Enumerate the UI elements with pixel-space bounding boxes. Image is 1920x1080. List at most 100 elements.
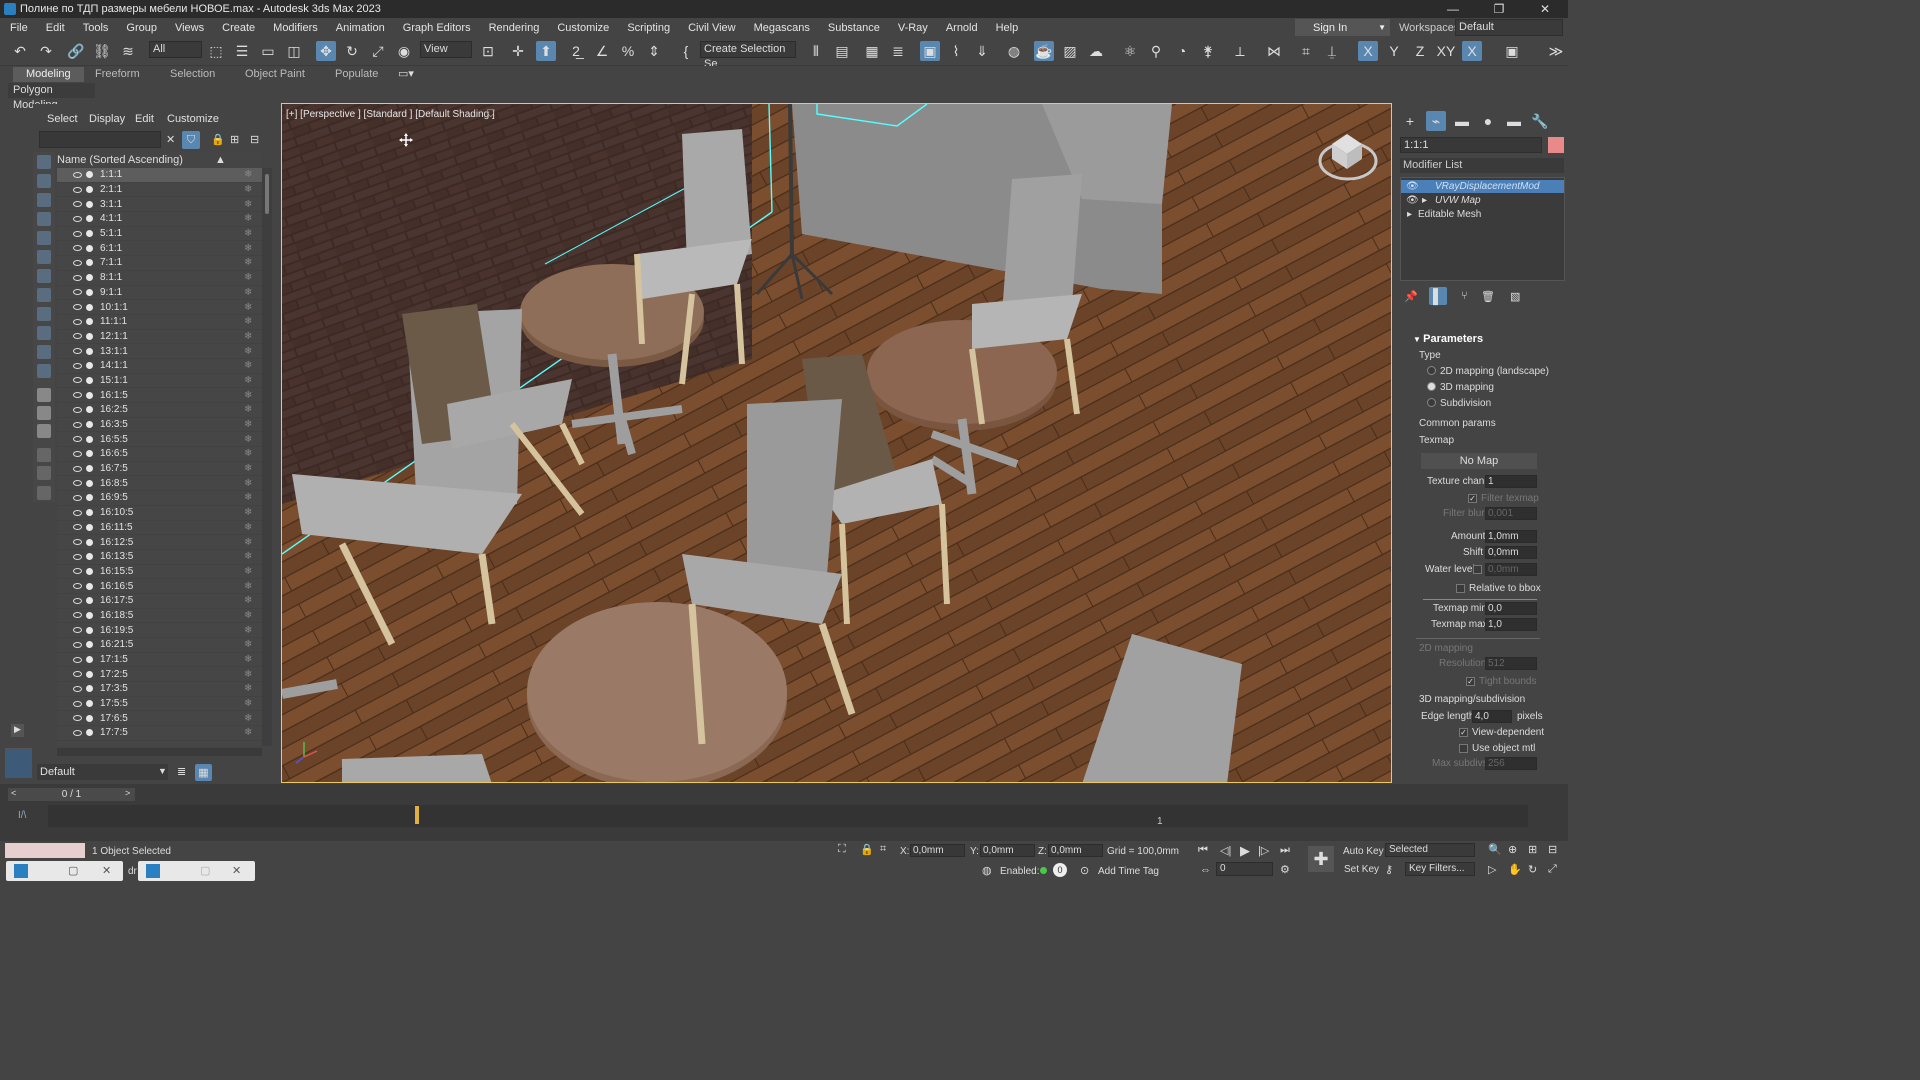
- spacewarps-filter-icon[interactable]: [37, 250, 51, 264]
- freeze-icon[interactable]: ❄: [244, 228, 252, 239]
- freeze-icon[interactable]: ❄: [244, 507, 252, 518]
- eye-icon[interactable]: [73, 612, 82, 619]
- freeze-icon[interactable]: ❄: [244, 478, 252, 489]
- menu-civil-view[interactable]: Civil View: [679, 22, 744, 34]
- render-bulb-icon[interactable]: [86, 450, 93, 458]
- freeze-icon[interactable]: ❄: [244, 448, 252, 459]
- expand-panel-icon[interactable]: ▶: [11, 724, 24, 737]
- add-time-tag-icon[interactable]: ⊙: [1080, 864, 1089, 877]
- table-row[interactable]: 16:1:5 ❄: [57, 388, 262, 403]
- bones-filter-icon[interactable]: [37, 307, 51, 321]
- menu-customize[interactable]: Customize: [548, 22, 618, 34]
- render-bulb-icon[interactable]: [86, 656, 93, 664]
- expand-icon[interactable]: ⊟: [250, 133, 259, 146]
- table-row[interactable]: 14:1:1 ❄: [57, 359, 262, 374]
- freeze-icon[interactable]: ❄: [244, 434, 252, 445]
- eye-icon[interactable]: [73, 729, 82, 736]
- menu-scripting[interactable]: Scripting: [618, 22, 679, 34]
- configure-sets-icon[interactable]: ▧: [1510, 290, 1520, 303]
- explorer-menu-customize[interactable]: Customize: [167, 113, 219, 125]
- vray-camera-icon[interactable]: ⟂: [1230, 41, 1250, 61]
- pan-icon[interactable]: ✋: [1508, 863, 1522, 876]
- absolute-mode-icon[interactable]: ⌗: [880, 843, 886, 856]
- freeze-icon[interactable]: ❄: [244, 316, 252, 327]
- vray-fur-icon[interactable]: ⌗: [1296, 41, 1316, 61]
- render-bulb-icon[interactable]: [86, 288, 93, 296]
- prev-frame-arrow-icon[interactable]: <: [11, 788, 16, 798]
- polygon-modeling-panel[interactable]: Polygon Modeling: [8, 83, 95, 111]
- explorer-menu-edit[interactable]: Edit: [135, 113, 154, 125]
- menu-vray[interactable]: V-Ray: [889, 22, 937, 34]
- water-level-checkbox[interactable]: [1473, 565, 1482, 574]
- render-setup-icon[interactable]: ☕: [1034, 41, 1054, 61]
- eye-icon[interactable]: [73, 568, 82, 575]
- perspective-viewport[interactable]: [+] [Perspective ] [Standard ] [Default …: [281, 103, 1392, 783]
- keyboard-shortcut-icon[interactable]: ⬆: [536, 41, 556, 61]
- containers-filter-icon[interactable]: [37, 326, 51, 340]
- menu-create[interactable]: Create: [213, 22, 264, 34]
- expand-arrow-icon[interactable]: ▸: [1422, 194, 1427, 207]
- table-row[interactable]: 16:12:5 ❄: [57, 535, 262, 550]
- freeze-icon[interactable]: ❄: [244, 683, 252, 694]
- maxscript-listener[interactable]: [5, 843, 85, 858]
- resolution-spinner[interactable]: 512: [1485, 657, 1537, 670]
- table-row[interactable]: 16:6:5 ❄: [57, 447, 262, 462]
- edit-named-sets-icon[interactable]: {: [676, 41, 696, 61]
- rotate-icon[interactable]: ↻: [342, 41, 362, 61]
- use-object-mtl-checkbox[interactable]: [1459, 744, 1468, 753]
- render-bulb-icon[interactable]: [86, 391, 93, 399]
- freeze-icon[interactable]: ❄: [244, 551, 252, 562]
- freeze-icon[interactable]: ❄: [244, 331, 252, 342]
- cameras-filter-icon[interactable]: [37, 212, 51, 226]
- reference-coord-dropdown[interactable]: View: [420, 41, 472, 58]
- set-key-icon[interactable]: ⚷: [1385, 863, 1393, 876]
- render-bulb-icon[interactable]: [86, 611, 93, 619]
- explorer-mode-icon[interactable]: [5, 748, 32, 778]
- minimize-button[interactable]: —: [1430, 0, 1476, 18]
- table-row[interactable]: 16:21:5 ❄: [57, 638, 262, 653]
- hierarchy-icon[interactable]: ⊞: [230, 133, 239, 146]
- curve-editor-mini-icon[interactable]: I/\: [18, 810, 26, 821]
- edge-length-spinner[interactable]: 4,0: [1472, 710, 1512, 723]
- workspace-select[interactable]: Default: [1455, 19, 1563, 36]
- eye-icon[interactable]: [73, 406, 82, 413]
- time-slider[interactable]: 0 / 1: [8, 788, 135, 801]
- render-bulb-icon[interactable]: [86, 670, 93, 678]
- restore-button[interactable]: ❐: [1476, 0, 1522, 18]
- make-unique-icon[interactable]: ⑂: [1461, 290, 1468, 302]
- freeze-icon[interactable]: ❄: [244, 184, 252, 195]
- lights-filter-icon[interactable]: [37, 193, 51, 207]
- radio-3d-mapping[interactable]: [1427, 382, 1436, 391]
- table-row[interactable]: 16:17:5 ❄: [57, 594, 262, 609]
- render-bulb-icon[interactable]: [86, 362, 93, 370]
- table-row[interactable]: 13:1:1 ❄: [57, 344, 262, 359]
- water-level-spinner[interactable]: 0,0mm: [1485, 563, 1537, 576]
- pivot-center-icon[interactable]: ⊡: [478, 41, 498, 61]
- radio-2d-mapping[interactable]: [1427, 366, 1436, 375]
- render-bulb-icon[interactable]: [86, 406, 93, 414]
- menu-arnold[interactable]: Arnold: [937, 22, 987, 34]
- render-bulb-icon[interactable]: [86, 303, 93, 311]
- window-crossing-icon[interactable]: ◫: [284, 41, 304, 61]
- render-bulb-icon[interactable]: [86, 186, 93, 194]
- table-row[interactable]: 8:1:1 ❄: [57, 271, 262, 286]
- eye-icon[interactable]: [73, 539, 82, 546]
- freeze-icon[interactable]: ❄: [244, 302, 252, 313]
- freeze-icon[interactable]: ❄: [244, 375, 252, 386]
- rect-selection-icon[interactable]: ▭: [258, 41, 278, 61]
- freeze-icon[interactable]: ❄: [244, 654, 252, 665]
- explorer-hscrollbar[interactable]: [57, 748, 262, 756]
- render-bulb-icon[interactable]: [86, 729, 93, 737]
- object-color-swatch[interactable]: [1548, 137, 1564, 153]
- eye-icon[interactable]: [73, 421, 82, 428]
- table-row[interactable]: 16:10:5 ❄: [57, 506, 262, 521]
- view-dependent-checkbox[interactable]: ✓: [1459, 728, 1468, 737]
- eye-icon[interactable]: [73, 583, 82, 590]
- expand-arrow-icon[interactable]: ▸: [1407, 208, 1412, 221]
- texmap-min-spinner[interactable]: 0,0: [1485, 602, 1537, 615]
- auto-key-button[interactable]: Auto Key: [1343, 846, 1384, 857]
- minimized-window-1[interactable]: ▢ ✕: [6, 861, 123, 881]
- eye-icon[interactable]: [73, 230, 82, 237]
- menu-substance[interactable]: Substance: [819, 22, 889, 34]
- vray-icon[interactable]: ⚛: [1120, 41, 1140, 61]
